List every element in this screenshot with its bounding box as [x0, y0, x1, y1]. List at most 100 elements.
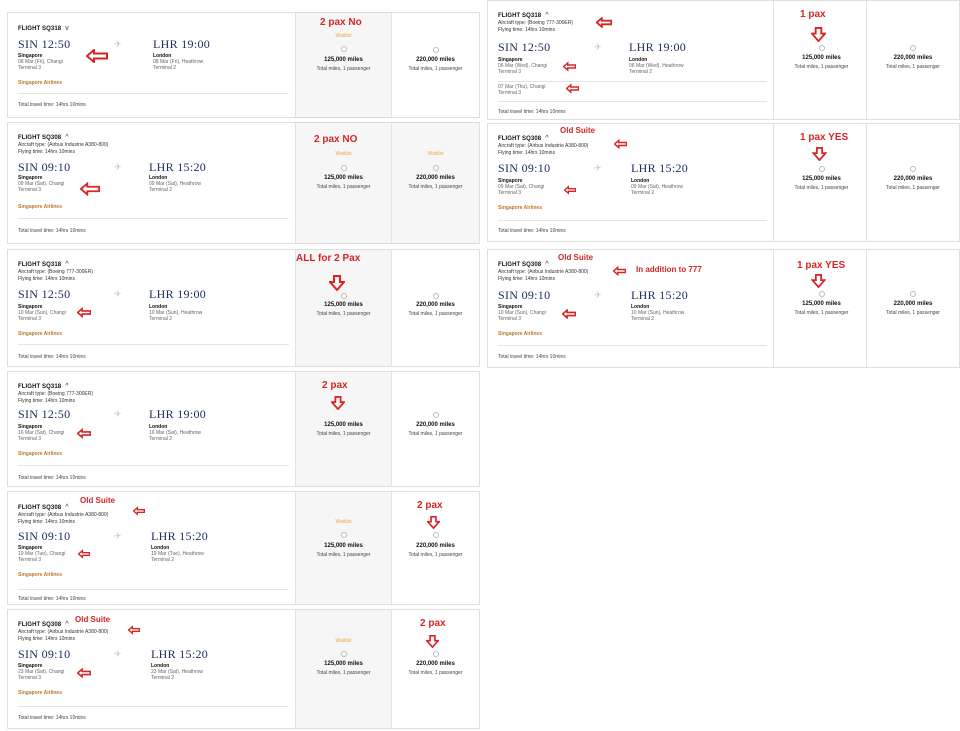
fare-radio[interactable] — [432, 47, 439, 53]
flying-time: Flying time: 14hrs 10mins — [18, 149, 75, 155]
advantage-fare-option[interactable]: Waitlist 220,000 miles Total miles, 1 pa… — [391, 123, 479, 243]
flight-card[interactable]: FLIGHT SQ318 ^ Aircraft type: (Boeing 77… — [487, 0, 960, 120]
arrival-detail: 16 Mar (Sat), Heathrow Terminal 2 — [149, 430, 201, 442]
departure-time: SIN 12:50 — [18, 37, 71, 51]
saver-fare-option[interactable]: Waitlist 125,000 miles Total miles, 1 pa… — [295, 13, 391, 117]
saver-fare-option[interactable]: 125,000 miles Total miles, 1 passenger — [295, 250, 391, 366]
arrival-detail: 19 Mar (Tue), Heathrow Terminal 2 — [151, 551, 204, 563]
flying-time: Flying time: 14hrs 10mins — [18, 636, 75, 642]
chevron-up-icon[interactable]: ^ — [65, 261, 68, 268]
flight-details: FLIGHT SQ318 ^ Aircraft type: (Boeing 77… — [8, 372, 295, 486]
flight-number[interactable]: FLIGHT SQ308 ^ — [498, 261, 763, 269]
flight-number[interactable]: FLIGHT SQ308 ^ — [18, 134, 285, 142]
departure-time: SIN 09:10 — [18, 160, 71, 174]
flight-details: FLIGHT SQ318 ^ Aircraft type: (Boeing 77… — [488, 1, 773, 119]
flight-card[interactable]: FLIGHT SQ308 ^ Aircraft type: (Airbus In… — [7, 122, 480, 244]
arrow-left-icon — [614, 139, 627, 149]
times-row: SIN 12:50 ✈ LHR 19:00 — [18, 37, 285, 55]
fare-miles: 125,000 miles — [324, 661, 363, 667]
total-travel-time: Total travel time: 14hrs 10mins — [498, 354, 566, 360]
fare-passenger-note: Total miles, 1 passenger — [408, 431, 463, 437]
chevron-up-icon[interactable]: ^ — [545, 261, 548, 268]
fare-radio[interactable] — [432, 532, 439, 538]
aircraft-type: Aircraft type: (Airbus Industrie A380-80… — [498, 143, 589, 149]
fare-radio[interactable] — [432, 651, 439, 657]
fare-miles: 125,000 miles — [324, 302, 363, 308]
flying-time: Flying time: 14hrs 10mins — [18, 398, 75, 404]
departure-time: SIN 12:50 — [18, 407, 71, 421]
fare-radio[interactable] — [910, 166, 916, 172]
fare-radio[interactable] — [910, 291, 916, 297]
departure-time: SIN 09:10 — [18, 529, 71, 543]
airline-name: Singapore Airlines — [498, 205, 542, 211]
chevron-up-icon[interactable]: ^ — [65, 383, 68, 390]
saver-fare-option[interactable]: Waitlist 125,000 miles Total miles, 1 pa… — [295, 610, 391, 728]
flight-card[interactable]: FLIGHT SQ308 ^ Aircraft type: (Airbus In… — [7, 491, 480, 605]
fare-radio[interactable] — [818, 45, 825, 51]
arrival-detail: 06 Mar (Wed), Heathrow Terminal 2 — [629, 63, 684, 75]
arrival-detail: 08 Mar (Fri), Heathrow Terminal 2 — [153, 59, 204, 71]
departure-detail: 10 Mar (Sun), Changi Terminal 3 — [18, 310, 66, 322]
fare-radio[interactable] — [340, 532, 347, 538]
flight-number[interactable]: FLIGHT SQ308 ^ — [498, 135, 763, 143]
flight-card[interactable]: FLIGHT SQ308 ^ Aircraft type: (Airbus In… — [487, 123, 960, 242]
fare-passenger-note: Total miles, 1 passenger — [794, 310, 849, 316]
flight-details: FLIGHT SQ308 ^ Aircraft type: (Airbus In… — [8, 610, 295, 728]
advantage-fare-option[interactable]: 220,000 miles Total miles, 1 passenger — [391, 372, 479, 486]
fare-miles: 220,000 miles — [416, 175, 455, 181]
fare-radio[interactable] — [432, 165, 439, 171]
flight-card[interactable]: FLIGHT SQ308 ^ Aircraft type: (Airbus In… — [487, 249, 960, 368]
departure-detail: 06 Mar (Wed), Changi Terminal 3 — [498, 63, 548, 75]
departure-time: SIN 09:10 — [18, 647, 71, 661]
fare-radio[interactable] — [910, 45, 916, 51]
fare-radio[interactable] — [818, 166, 825, 172]
flight-number[interactable]: FLIGHT SQ318 ^ — [18, 383, 285, 391]
times-row: SIN 12:50 ✈ LHR 19:00 — [498, 40, 763, 58]
advantage-fare-option[interactable]: 220,000 miles Total miles, 1 passenger — [866, 1, 959, 119]
advantage-fare-option[interactable]: 220,000 miles Total miles, 1 passenger — [866, 124, 959, 241]
arrow-down-icon — [427, 516, 440, 529]
flight-card[interactable]: FLIGHT SQ318 v SIN 12:50 ✈ LHR 19:00 Sin… — [7, 12, 480, 118]
annotation-label: 1 pax — [800, 9, 826, 20]
flight-number[interactable]: FLIGHT SQ308 ^ — [18, 621, 285, 629]
fare-radio[interactable] — [340, 293, 347, 299]
airline-name: Singapore Airlines — [498, 331, 542, 337]
fare-radio[interactable] — [340, 165, 347, 171]
flight-number[interactable]: FLIGHT SQ318 v — [18, 25, 285, 33]
fare-miles: 125,000 miles — [324, 422, 363, 428]
flight-number[interactable]: FLIGHT SQ318 ^ — [18, 261, 285, 269]
fare-radio[interactable] — [432, 412, 439, 418]
chevron-up-icon[interactable]: ^ — [65, 621, 68, 628]
departure-time: SIN 12:50 — [18, 287, 71, 301]
advantage-fare-option[interactable]: 220,000 miles Total miles, 1 passenger — [391, 250, 479, 366]
plane-icon: ✈ — [114, 39, 122, 49]
annotation-label: 2 pax NO — [314, 134, 358, 145]
chevron-up-icon[interactable]: ^ — [545, 12, 548, 19]
saver-fare-option[interactable]: Waitlist 125,000 miles Total miles, 1 pa… — [295, 492, 391, 604]
flight-number[interactable]: FLIGHT SQ308 ^ — [18, 504, 285, 512]
plane-icon: ✈ — [594, 290, 602, 300]
fare-radio[interactable] — [340, 46, 347, 52]
aircraft-type: Aircraft type: (Airbus Industrie A380-80… — [18, 142, 109, 148]
total-travel-time: Total travel time: 14hrs 10mins — [18, 102, 86, 108]
chevron-up-icon[interactable]: ^ — [65, 134, 68, 141]
chevron-up-icon[interactable]: ^ — [545, 135, 548, 142]
fare-radio[interactable] — [818, 291, 825, 297]
arrow-down-icon — [426, 635, 439, 648]
fare-radio[interactable] — [432, 293, 439, 299]
arrow-left-icon — [77, 428, 91, 439]
fare-miles: 220,000 miles — [893, 55, 933, 61]
advantage-fare-option[interactable]: 220,000 miles Total miles, 1 passenger — [866, 250, 959, 367]
times-row: SIN 09:10 ✈ LHR 15:20 — [498, 161, 763, 179]
chevron-up-icon[interactable]: ^ — [65, 504, 68, 511]
advantage-fare-option[interactable]: 220,000 miles Total miles, 1 passenger — [391, 13, 479, 117]
fare-passenger-note: Total miles, 1 passenger — [408, 66, 463, 72]
fare-miles: 125,000 miles — [324, 57, 363, 63]
chevron-down-icon[interactable]: v — [65, 25, 69, 32]
divider — [18, 589, 289, 590]
arrival-detail: 09 Mar (Sat), Heathrow Terminal 2 — [631, 184, 683, 196]
flight-number[interactable]: FLIGHT SQ318 ^ — [498, 12, 763, 20]
plane-icon: ✈ — [114, 531, 122, 541]
plane-icon: ✈ — [114, 649, 122, 659]
fare-radio[interactable] — [340, 651, 347, 657]
